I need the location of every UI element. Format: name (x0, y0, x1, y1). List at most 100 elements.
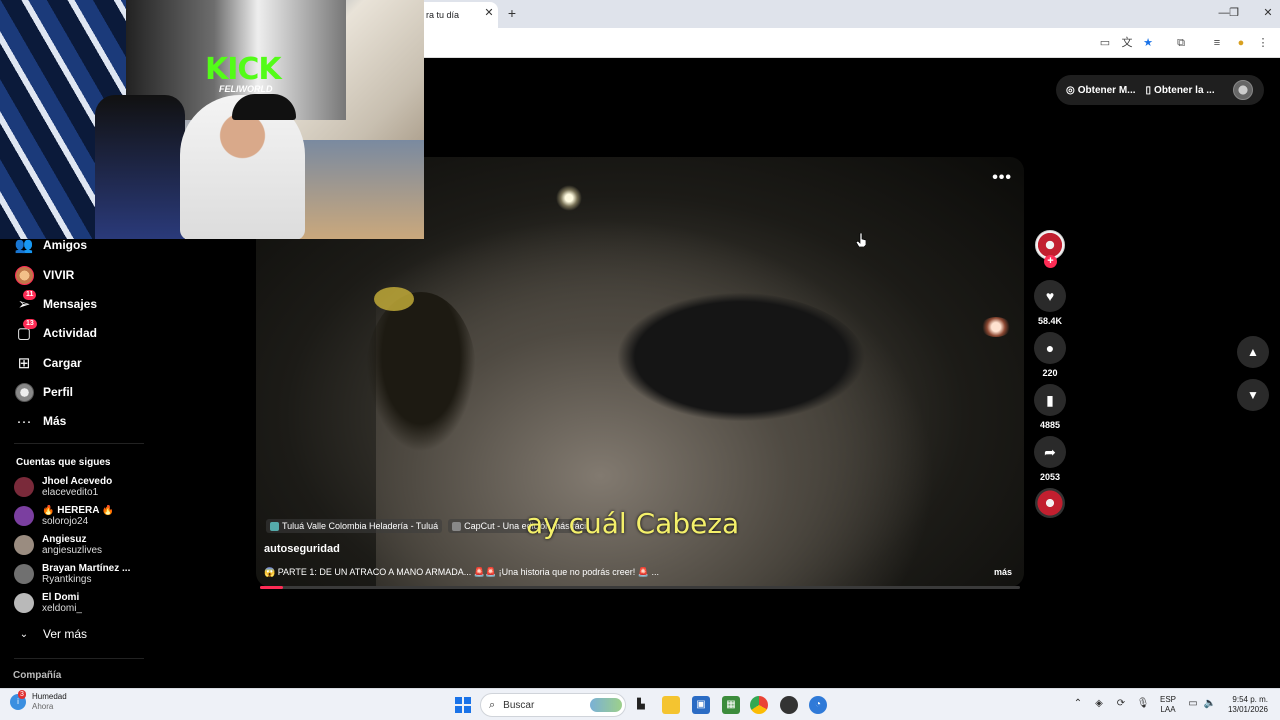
video-progress-bar[interactable] (260, 586, 1020, 589)
browser-tabstrip: ra tu día — ❐ ✕ (424, 0, 1280, 28)
save-button[interactable]: ▮ (1034, 384, 1066, 416)
get-coins-button[interactable]: ◎ Obtener M... (1066, 85, 1136, 96)
microphone-icon[interactable]: 🎙 (1136, 698, 1150, 709)
search-highlight-image (590, 698, 622, 712)
sidebar-item-messages[interactable]: ➢ 11 Mensajes (14, 290, 97, 316)
bookmark-star-icon[interactable]: ★ (1139, 34, 1157, 52)
video-frame-helmet (374, 287, 414, 311)
extensions-icon[interactable]: ⧉ (1172, 34, 1190, 52)
mouse-cursor-icon (856, 233, 866, 247)
weather-widget[interactable]: i3 Humedad Ahora (10, 690, 67, 712)
user-avatar[interactable] (1233, 80, 1253, 100)
video-frame-person (366, 292, 476, 452)
system-clock[interactable]: 9:54 p. m. 13/01/2026 (1222, 695, 1268, 715)
close-window-button[interactable]: ✕ (1256, 4, 1280, 22)
clock-date: 13/01/2026 (1227, 705, 1268, 714)
account-name: El Domi (42, 592, 80, 603)
profile-icon[interactable]: ● (1232, 34, 1250, 52)
location-tag-label: Tuluá Valle Colombia Heladería - Tuluá (282, 521, 439, 531)
sync-icon[interactable]: ⟳ (1114, 698, 1128, 709)
sidebar-divider (14, 443, 144, 444)
next-video-button[interactable]: ▼ (1237, 379, 1269, 411)
video-author[interactable]: autoseguridad (264, 543, 340, 555)
upload-icon: ⊞ (17, 355, 31, 372)
comment-button[interactable]: ● (1034, 332, 1066, 364)
comment-icon: ● (1045, 340, 1055, 356)
company-link[interactable]: Compañía (13, 670, 61, 681)
activity-badge: 13 (23, 319, 37, 329)
windows-taskbar: i3 Humedad Ahora ⌕ Buscar ▙ ▣ ▦ ◔ ⌃ ◈ ⟳ 🎙… (0, 688, 1280, 720)
avatar (14, 477, 34, 497)
sidebar-item-upload[interactable]: ⊞ Cargar (14, 351, 82, 375)
app-icon[interactable]: ◔ (809, 696, 827, 714)
video-more-link[interactable]: más (994, 567, 1012, 577)
clock-time: 9:54 p. m. (1232, 695, 1268, 704)
search-placeholder: Buscar (503, 699, 535, 711)
webcam-cap (232, 94, 296, 120)
messages-badge: 11 (23, 290, 37, 300)
sidebar-item-more[interactable]: ··· Más (14, 409, 67, 433)
heart-icon: ♥ (1045, 288, 1055, 304)
share-button[interactable]: ➦ (1034, 436, 1066, 468)
account-name: Jhoel Acevedo (42, 476, 113, 487)
sidebar-item-label: VIVIR (43, 268, 75, 282)
store-icon[interactable]: ▣ (692, 696, 710, 714)
network-icon[interactable]: ▭ (1186, 698, 1200, 709)
sidebar-item-live[interactable]: VIVIR (14, 263, 74, 287)
tab-close-icon[interactable]: ✕ (482, 6, 496, 20)
account-username: Ryantkings (42, 574, 92, 585)
avatar (14, 535, 34, 555)
cast-icon[interactable]: ▭ (1096, 34, 1114, 52)
previous-video-button[interactable]: ▲ (1237, 336, 1269, 368)
capcut-icon (452, 521, 462, 531)
sidebar: 👥 Amigos VIVIR ➢ 11 Mensajes ▢ 13 Activida… (0, 233, 160, 693)
profile-avatar (14, 382, 34, 402)
weather-icon: i3 (10, 690, 26, 710)
media-control-icon[interactable]: ≡ (1208, 34, 1226, 52)
screen: ra tu día — ❐ ✕ ✕ + ▭ 文 ★ ⧉ ≡ ● ⋮ 👥 Amig… (0, 0, 1280, 720)
like-button[interactable]: ♥ (1034, 280, 1066, 312)
obs-icon[interactable] (780, 696, 798, 714)
sidebar-item-label: Amigos (43, 238, 88, 252)
language-indicator[interactable]: ESP LAA (1160, 695, 1176, 715)
restore-button[interactable]: ❐ (1222, 4, 1246, 22)
phone-icon: ▯ (1145, 84, 1152, 96)
translate-icon[interactable]: 文 (1118, 34, 1136, 52)
language-code: ESP (1160, 695, 1177, 704)
sidebar-item-activity[interactable]: ▢ 13 Actividad (14, 319, 97, 345)
like-count: 58.4K (1037, 316, 1063, 326)
sidebar-item-profile[interactable]: Perfil (14, 380, 73, 404)
volume-icon[interactable]: 🔈 (1203, 698, 1217, 709)
file-explorer-icon[interactable] (662, 696, 680, 714)
following-account[interactable]: Angiesuz angiesuzlives (14, 531, 160, 559)
chrome-icon[interactable] (750, 696, 768, 714)
minecraft-icon[interactable]: ▦ (722, 696, 740, 714)
following-account[interactable]: Jhoel Acevedo elacevedito1 (14, 473, 160, 501)
new-tab-button[interactable]: + (504, 5, 520, 21)
get-app-button[interactable]: ▯ Obtener la ... (1146, 85, 1215, 96)
video-frame-taillight (981, 317, 1011, 337)
start-button[interactable] (455, 697, 471, 713)
comment-count: 220 (1042, 368, 1058, 378)
bookmark-icon: ▮ (1046, 391, 1054, 408)
following-account[interactable]: Brayan Martínez ... Ryantkings (14, 560, 160, 588)
video-more-options-icon[interactable]: ••• (992, 169, 1012, 187)
following-account[interactable]: 🔥 HERERA 🔥 solorojo24 (14, 502, 160, 530)
following-account[interactable]: El Domi xeldomi_ (14, 589, 160, 617)
browser-menu-icon[interactable]: ⋮ (1254, 34, 1272, 52)
feliworld-logo: FELIWORLD (219, 84, 273, 94)
webcam-chair (95, 95, 185, 239)
taskbar-search[interactable]: ⌕ Buscar (480, 693, 626, 717)
account-username: elacevedito1 (42, 487, 99, 498)
location-tag[interactable]: Tuluá Valle Colombia Heladería - Tuluá (266, 519, 443, 533)
coin-icon: ◎ (1066, 84, 1075, 96)
security-icon[interactable]: ◈ (1092, 698, 1106, 709)
tray-chevron-up-icon[interactable]: ⌃ (1071, 698, 1085, 709)
sidebar-item-label: Perfil (43, 385, 74, 399)
follow-plus-icon[interactable]: + (1044, 255, 1057, 268)
location-icon (270, 521, 279, 531)
see-more-button[interactable]: ⌄ Ver más (14, 622, 87, 646)
task-view-icon[interactable]: ▙ (632, 696, 650, 714)
video-subtitle: ay cuál Cabeza (526, 507, 740, 540)
music-disc-icon[interactable] (1035, 488, 1065, 518)
